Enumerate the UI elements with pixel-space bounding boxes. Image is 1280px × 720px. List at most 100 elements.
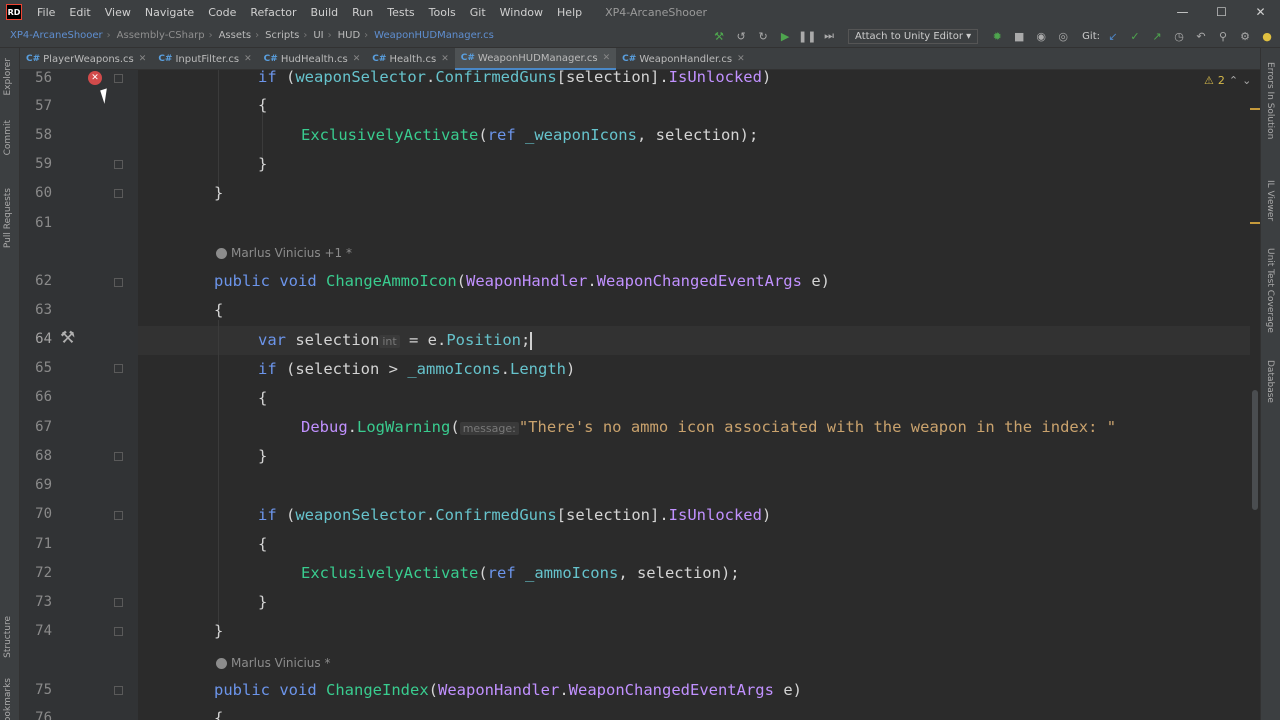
tool-pull-requests[interactable]: Pull Requests	[3, 188, 13, 248]
menu-tools[interactable]: Tools	[422, 6, 463, 19]
tab-weapon-hud-manager[interactable]: C# WeaponHUDManager.cs ✕	[454, 48, 617, 70]
settings-gear-icon[interactable]: ⚙	[1236, 30, 1254, 43]
maximize-icon[interactable]: ☐	[1202, 0, 1241, 24]
menu-git[interactable]: Git	[463, 6, 493, 19]
close-tab-icon[interactable]: ✕	[603, 53, 611, 63]
fold-marker[interactable]	[114, 686, 123, 695]
code-line[interactable]: if (weaponSelector.ConfirmedGuns[selecti…	[258, 505, 771, 525]
history-icon[interactable]: ◷	[1170, 30, 1188, 43]
code-line[interactable]: }	[214, 621, 223, 641]
tab-weapon-handler[interactable]: C# WeaponHandler.cs ✕	[616, 48, 750, 70]
code-line[interactable]: }	[214, 183, 223, 203]
code-line[interactable]: ExclusivelyActivate(ref _ammoIcons, sele…	[301, 563, 740, 583]
code-line[interactable]: {	[258, 388, 267, 408]
tool-structure[interactable]: Structure	[3, 616, 13, 658]
menu-tests[interactable]: Tests	[380, 6, 421, 19]
search-icon[interactable]: ⚲	[1214, 30, 1232, 43]
close-tab-icon[interactable]: ✕	[139, 54, 147, 64]
code-line[interactable]: }	[258, 446, 267, 466]
menu-window[interactable]: Window	[493, 6, 550, 19]
code-line[interactable]: public void ChangeAmmoIcon(WeaponHandler…	[214, 271, 830, 291]
close-tab-icon[interactable]: ✕	[737, 54, 745, 64]
tool-errors-in-solution[interactable]: Errors In Solution	[1265, 62, 1275, 139]
menu-file[interactable]: File	[30, 6, 62, 19]
fold-marker[interactable]	[114, 74, 123, 83]
git-update-icon[interactable]: ↙	[1104, 30, 1122, 43]
close-icon[interactable]: ✕	[1241, 0, 1280, 24]
breadcrumb-assembly[interactable]: Assembly-CSharp ›	[113, 30, 215, 41]
chevron-down-icon[interactable]: ⌄	[1242, 74, 1251, 87]
menu-navigate[interactable]: Navigate	[138, 6, 201, 19]
plugin-update-icon[interactable]: ●	[1258, 30, 1276, 43]
step-icon[interactable]: ⏭	[820, 29, 838, 43]
attach-unity-dropdown[interactable]: Attach to Unity Editor ▾	[848, 28, 979, 44]
code-vision-author[interactable]: Marlus Vinicius *	[216, 656, 330, 670]
tool-bookmarks[interactable]: Bookmarks	[3, 678, 13, 720]
code-line[interactable]: ExclusivelyActivate(ref _weaponIcons, se…	[301, 125, 758, 145]
tab-input-filter[interactable]: C# InputFilter.cs ✕	[152, 48, 257, 70]
pause-icon[interactable]: ❚❚	[798, 30, 816, 43]
code-editor[interactable]: 56 57 58 59 60 61 62 63 64 65 66 67 68 6…	[20, 70, 1260, 720]
quick-fix-hammer-icon[interactable]: ⚒	[60, 328, 75, 348]
refresh-icon[interactable]: ↻	[754, 30, 772, 43]
vertical-scrollbar-thumb[interactable]	[1252, 390, 1258, 510]
chevron-up-icon[interactable]: ⌃	[1229, 74, 1238, 87]
breakpoint-icon[interactable]: ✕	[88, 71, 102, 85]
stop-icon[interactable]: ■	[1010, 30, 1028, 43]
code-line[interactable]: {	[258, 534, 267, 554]
tab-hud-health[interactable]: C# HudHealth.cs ✕	[258, 48, 367, 70]
breadcrumb-scripts[interactable]: Scripts ›	[261, 30, 309, 41]
build-hammer-icon[interactable]: ⚒	[710, 30, 728, 43]
menu-code[interactable]: Code	[201, 6, 243, 19]
menu-help[interactable]: Help	[550, 6, 589, 19]
tool-unit-test-coverage[interactable]: Unit Test Coverage	[1265, 248, 1275, 333]
breadcrumb-ui[interactable]: UI ›	[309, 30, 333, 41]
close-tab-icon[interactable]: ✕	[244, 54, 252, 64]
scrollbar-warning-mark[interactable]	[1250, 222, 1260, 224]
close-tab-icon[interactable]: ✕	[441, 54, 449, 64]
tool-database[interactable]: Database	[1265, 360, 1275, 403]
fold-marker[interactable]	[114, 160, 123, 169]
code-vision-author[interactable]: Marlus Vinicius +1 *	[216, 246, 352, 260]
coverage-icon[interactable]: ◉	[1032, 30, 1050, 43]
undo-icon[interactable]: ↶	[1192, 30, 1210, 43]
fold-marker[interactable]	[114, 364, 123, 373]
fold-marker[interactable]	[114, 627, 123, 636]
tab-player-weapons[interactable]: C# PlayerWeapons.cs ✕	[20, 48, 152, 70]
tab-health[interactable]: C# Health.cs ✕	[366, 48, 454, 70]
code-line[interactable]: if (weaponSelector.ConfirmedGuns[selecti…	[258, 70, 771, 87]
code-line[interactable]: }	[258, 154, 267, 174]
code-line[interactable]: var selection int = e.Position;	[258, 330, 533, 352]
minimize-icon[interactable]: —	[1163, 0, 1202, 24]
profile-icon[interactable]: ◎	[1054, 30, 1072, 43]
close-tab-icon[interactable]: ✕	[353, 54, 361, 64]
breadcrumb-project[interactable]: XP4-ArcaneShooer ›	[0, 30, 113, 41]
debug-bug-icon[interactable]: ✹	[988, 30, 1006, 43]
fold-marker[interactable]	[114, 598, 123, 607]
inspection-widget[interactable]: ⚠ 2 ⌃ ⌄	[1204, 74, 1251, 87]
breadcrumb-hud[interactable]: HUD ›	[334, 30, 371, 41]
git-commit-icon[interactable]: ✓	[1126, 30, 1144, 43]
code-line[interactable]: }	[258, 592, 267, 612]
code-line[interactable]: {	[214, 708, 223, 720]
menu-build[interactable]: Build	[304, 6, 346, 19]
menu-edit[interactable]: Edit	[62, 6, 97, 19]
code-line[interactable]: public void ChangeIndex(WeaponHandler.We…	[214, 680, 802, 700]
tool-commit[interactable]: Commit	[3, 120, 13, 155]
fold-marker[interactable]	[114, 189, 123, 198]
code-line[interactable]: {	[258, 95, 267, 115]
code-line[interactable]: Debug.LogWarning(message: "There's no amm…	[301, 417, 1116, 439]
breadcrumb-file[interactable]: WeaponHUDManager.cs	[370, 30, 496, 41]
menu-refactor[interactable]: Refactor	[243, 6, 303, 19]
tool-il-viewer[interactable]: IL Viewer	[1265, 180, 1275, 221]
fold-marker[interactable]	[114, 452, 123, 461]
code-line[interactable]: if (selection > _ammoIcons.Length)	[258, 359, 575, 379]
git-push-icon[interactable]: ↗	[1148, 30, 1166, 43]
fold-marker[interactable]	[114, 278, 123, 287]
menu-view[interactable]: View	[98, 6, 138, 19]
menu-run[interactable]: Run	[345, 6, 380, 19]
breadcrumb-assets[interactable]: Assets ›	[215, 30, 262, 41]
code-line[interactable]: {	[214, 300, 223, 320]
run-icon[interactable]: ▶	[776, 30, 794, 43]
scrollbar-warning-mark[interactable]	[1250, 108, 1260, 110]
